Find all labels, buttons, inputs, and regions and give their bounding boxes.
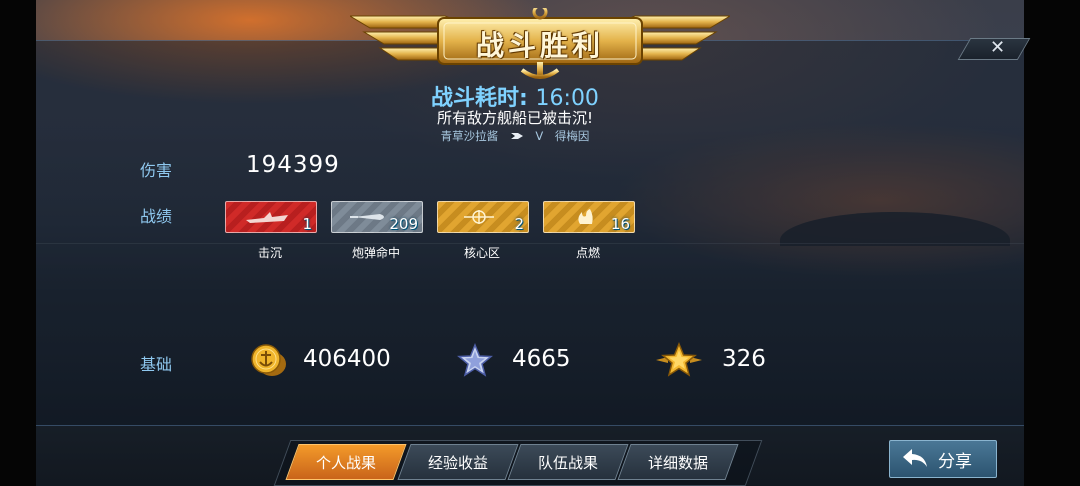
medal-fire[interactable]: 16: [543, 201, 635, 233]
tab-label: 队伍战果: [537, 453, 598, 472]
medal-count: 209: [389, 215, 418, 233]
tab-team-results[interactable]: 队伍战果: [507, 444, 629, 480]
player-left: 青草沙拉酱: [440, 129, 499, 143]
fire-icon: [578, 209, 593, 224]
tab-exp-earnings[interactable]: 经验收益: [397, 444, 519, 480]
tab-label: 经验收益: [427, 453, 488, 472]
left-letterbox: [0, 0, 36, 486]
achievements-label: 战绩: [140, 207, 173, 226]
gold-coin-icon: [251, 344, 286, 376]
versus-label: V: [535, 129, 544, 143]
silver-star-icon: [457, 343, 493, 377]
player-right: 得梅因: [554, 129, 590, 143]
medal-shell-hit[interactable]: 209: [331, 201, 423, 233]
player-matchup: 青草沙拉酱 V 得梅因: [0, 128, 1030, 144]
experience-value: 4665: [512, 346, 571, 372]
medal-count: 16: [610, 215, 630, 233]
close-icon[interactable]: ✕: [990, 37, 1005, 58]
credits-value: 406400: [303, 346, 391, 372]
medal-citadel[interactable]: 2: [437, 201, 529, 233]
flag-icon: [510, 129, 528, 143]
tab-detailed-data[interactable]: 详细数据: [617, 444, 739, 480]
share-label: 分享: [938, 452, 972, 472]
free-exp-value: 326: [722, 346, 766, 372]
tab-label: 个人战果: [315, 453, 376, 472]
sunk-ship-icon: [246, 212, 288, 223]
medal-count: 2: [514, 215, 524, 233]
result-message: 所有敌方舰船已被击沉!: [436, 109, 593, 127]
medal-sunk[interactable]: 1: [225, 201, 317, 233]
citadel-icon: [464, 210, 494, 224]
share-button[interactable]: 分享: [889, 440, 997, 478]
victory-title: 战斗胜利: [475, 29, 604, 62]
damage-value: 194399: [246, 152, 340, 178]
medal-count: 1: [302, 215, 312, 233]
medal-label-shell-hit: 炮弹命中: [351, 246, 400, 260]
medal-label-fire: 点燃: [575, 246, 600, 260]
tab-personal-results[interactable]: 个人战果: [285, 444, 407, 480]
right-letterbox: [1024, 0, 1080, 486]
tab-label: 详细数据: [647, 453, 708, 472]
gold-winged-star-icon: [656, 342, 702, 377]
share-arrow-icon: [903, 449, 927, 467]
base-label: 基础: [140, 355, 173, 374]
victory-emblem: 战斗胜利: [350, 8, 730, 80]
panel-divider: [36, 425, 1024, 426]
damage-label: 伤害: [140, 161, 173, 180]
medal-label-citadel: 核心区: [463, 246, 500, 260]
medal-label-sunk: 击沉: [257, 246, 282, 260]
